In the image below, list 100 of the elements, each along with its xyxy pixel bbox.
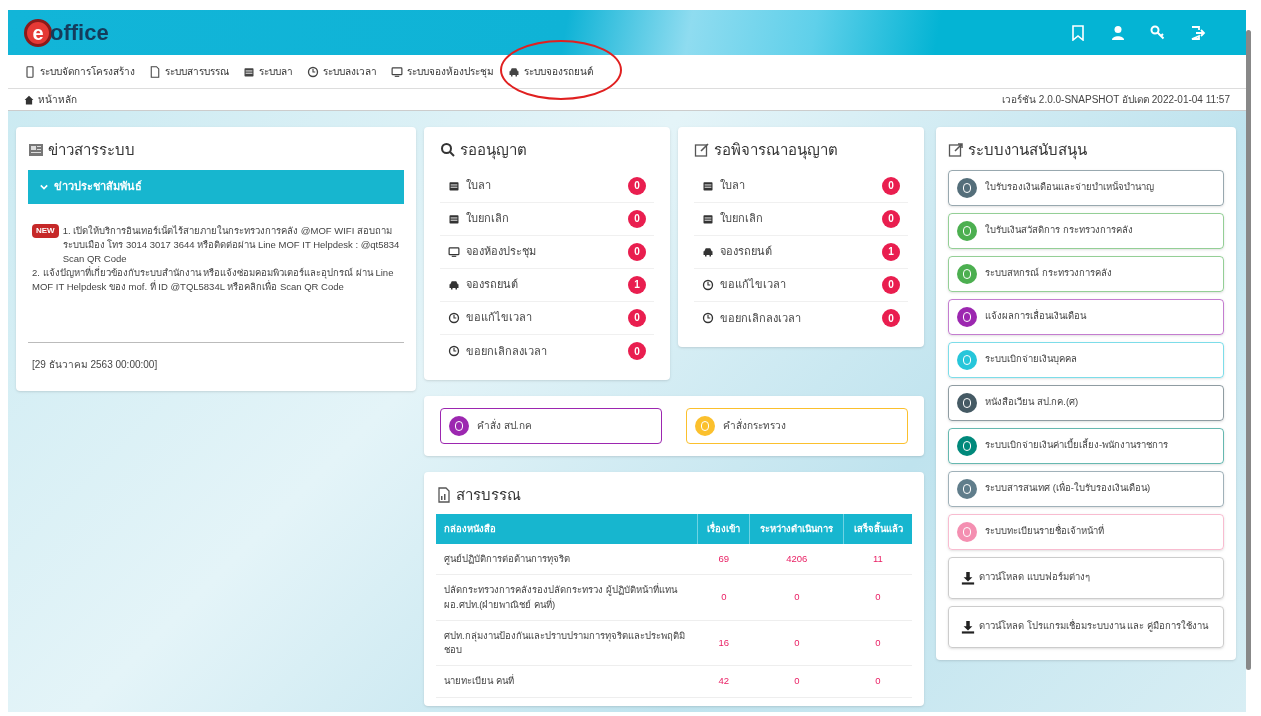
scrollbar[interactable] (1246, 30, 1251, 670)
news-text: 2. แจ้งปัญหาที่เกี่ยวข้องกับระบบสำนักงาน หรือแจ้งซ่อมคอมพิวเตอร์และอุปกรณ์ ผ่าน Line MOF IT Helpdesk ของ mof. ที่ ID @TQL5834L หรือคลิกเพื่อ Scan QR Code (32, 265, 395, 294)
approval-item[interactable]: ขอแก้ไขเวลา 0 (440, 301, 654, 335)
quick-link[interactable]: คำสั่ง สป.กค (440, 407, 662, 444)
breadcrumb-link[interactable]: หน้าหลัก (24, 92, 77, 107)
count-badge: 0 (628, 308, 646, 327)
approval-item[interactable]: ขอยกเลิกลงเวลา 0 (694, 301, 908, 335)
newspaper-icon (28, 142, 44, 159)
item-label: ขอยกเลิกลงเวลา (720, 310, 801, 326)
support-link[interactable]: ใบรับเงินสวัสดิการ กระทรวงการคลัง (948, 212, 1224, 249)
support-link[interactable]: ระบบทะเบียนรายชื่อเจ้าหน้าที่ (948, 513, 1224, 550)
key-icon[interactable] (1150, 24, 1166, 41)
report-icon (436, 486, 452, 503)
table-cell[interactable]: นายทะเบียน คนที่ (436, 665, 698, 697)
car-icon (702, 245, 714, 258)
calendar-icon (243, 65, 255, 78)
approval-item[interactable]: ขอยกเลิกลงเวลา 0 (440, 334, 654, 368)
support-link[interactable]: ระบบสารสนเทศ (เพื่อ-ใบรับรองเงินเดือน) (948, 470, 1224, 507)
car-icon (448, 278, 460, 291)
support-link[interactable]: ระบบเบิกจ่ายเงินค่าเบี้ยเลี้ยง-พนักงานราชการ (948, 427, 1224, 464)
table-cell: 0 (843, 665, 912, 697)
document-icon (149, 65, 161, 78)
search-icon (440, 142, 456, 159)
table-cell: 0 (843, 574, 912, 621)
card-title: รอพิจารณาอนุญาต (714, 140, 838, 162)
news-text: NEW 1. เปิดให้บริการอินเทอร์เน็ตไร้สายภายในกระทรวงการคลัง @MOF WIFI สอบถามระบบเมือง โทร 3014 3017 3644 หรือติดต่อผ่าน Line MOF IT Helpdesk : @qt5834 Scan QR Code (32, 223, 400, 266)
count-badge: 0 (882, 275, 900, 294)
app-logo[interactable]: e office (24, 16, 109, 49)
column-header: ระหว่างดำเนินการ (749, 514, 844, 544)
item-label: ขอแก้ไขเวลา (720, 277, 786, 293)
card-title: ข่าวสารระบบ (48, 140, 135, 160)
nav-link[interactable]: ระบบจองรถยนต์ (508, 64, 593, 79)
user-icon[interactable] (1110, 24, 1126, 41)
support-link[interactable]: ระบบสหกรณ์ กระทรวงการคลัง (948, 255, 1224, 292)
card-title: สารบรรณ (456, 484, 521, 505)
table-cell: 0 (843, 620, 912, 666)
chevron-icon (40, 182, 48, 191)
count-badge: 0 (882, 176, 900, 195)
approval-item[interactable]: ใบลา 0 (694, 169, 908, 203)
table-cell: 11 (843, 544, 912, 575)
item-label: ใบลา (720, 178, 745, 194)
approval-item[interactable]: ใบลา 0 (440, 169, 654, 203)
column-header: เรื่องเข้า (697, 514, 750, 544)
download-link[interactable]: ดาวน์โหลด โปรแกรมเชื่อมระบบงาน และ คู่มือการใช้งาน (948, 605, 1224, 648)
approval-item[interactable]: จองห้องประชุม 0 (440, 235, 654, 269)
table-cell[interactable]: ศปท.กลุ่มงานป้องกันและปราบปรามการทุจริตและประพฤติมิชอบ (436, 620, 698, 666)
clock-icon (448, 311, 460, 324)
logout-icon[interactable] (1190, 24, 1206, 41)
version-text: เวอร์ชัน 2.0.0-SNAPSHOT อัปเดต 2022-01-04 11:57 (1002, 93, 1230, 107)
column-header: กล่องหนังสือ (436, 514, 698, 544)
calendar-icon (448, 179, 460, 192)
card-title: ระบบงานสนับสนุน (968, 140, 1087, 162)
clock-icon (307, 65, 319, 78)
approval-item[interactable]: ขอแก้ไขเวลา 0 (694, 268, 908, 302)
home-icon (24, 94, 34, 105)
external-link-icon (948, 142, 964, 159)
nav-link[interactable]: ระบบจองห้องประชุม (391, 64, 494, 79)
table-cell: 0 (697, 574, 750, 621)
approval-item[interactable]: ใบยกเลิก 0 (694, 202, 908, 236)
item-label: ขอแก้ไขเวลา (466, 310, 532, 326)
approval-item[interactable]: ใบยกเลิก 0 (440, 202, 654, 236)
count-badge: 1 (882, 242, 900, 261)
item-label: ใบยกเลิก (720, 211, 763, 227)
calendar-icon (448, 212, 460, 225)
nav-link[interactable]: ระบบลา (243, 64, 293, 79)
table-cell: 0 (749, 665, 844, 697)
item-label: ใบลา (466, 178, 491, 194)
column-header: เสร็จสิ้นแล้ว (843, 514, 912, 544)
approval-item[interactable]: จองรถยนต์ 1 (694, 235, 908, 269)
table-cell[interactable]: ศูนย์ปฏิบัติการต่อต้านการทุจริต (436, 544, 698, 575)
support-link[interactable]: ใบรับรองเงินเดือนและจ่ายบำเหน็จบำนาญ (948, 169, 1224, 206)
support-link[interactable]: หนังสือเวียน สป.กค.(ศ) (948, 384, 1224, 421)
count-badge: 0 (628, 209, 646, 228)
nav-link[interactable]: ระบบสารบรรณ (149, 64, 229, 79)
approval-item[interactable]: จองรถยนต์ 1 (440, 268, 654, 302)
download-icon (961, 570, 975, 585)
count-badge: 0 (628, 176, 646, 195)
bookmark-icon[interactable] (1070, 24, 1086, 41)
phone-icon (24, 65, 36, 78)
download-link[interactable]: ดาวน์โหลด แบบฟอร์มต่างๆ (948, 556, 1224, 599)
count-badge: 0 (628, 342, 646, 360)
car-icon (508, 65, 520, 78)
support-link[interactable]: ระบบเบิกจ่ายเงินบุคคล (948, 341, 1224, 378)
clock-icon (702, 278, 714, 291)
count-badge: 0 (882, 209, 900, 228)
monitor-icon (391, 65, 403, 78)
table-cell: 0 (749, 620, 844, 666)
table-cell: 69 (697, 544, 750, 575)
table-cell[interactable]: ปลัดกระทรวงการคลังรองปลัดกระทรวง ผู้ปฏิบัติหน้าที่แทน ผอ.ศปท.(ฝ่ายพาณิชย์ คนที่) (436, 574, 698, 621)
nav-link[interactable]: ระบบจัดการโครงสร้าง (24, 64, 135, 79)
table-cell: 0 (749, 574, 844, 621)
quick-link[interactable]: คำสั่งกระทรวง (686, 407, 908, 444)
news-date: [29 ธันวาคม 2563 00:00:00] (32, 358, 158, 370)
table-cell: 16 (697, 620, 750, 666)
support-link[interactable]: แจ้งผลการเลื่อนเงินเดือน (948, 298, 1224, 335)
count-badge: 0 (882, 309, 900, 327)
edit-icon (694, 142, 710, 159)
new-badge: NEW (32, 223, 59, 238)
nav-link[interactable]: ระบบลงเวลา (307, 64, 377, 79)
count-badge: 0 (628, 242, 646, 261)
